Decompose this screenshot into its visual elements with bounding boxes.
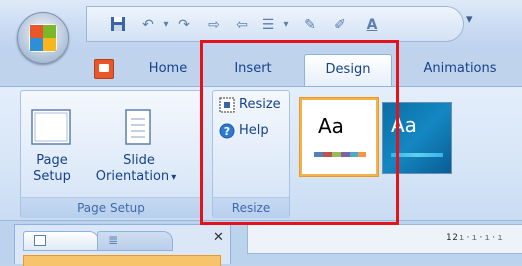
save-icon[interactable]	[109, 16, 127, 34]
ruler-mark: 12ı·ı·ı·ı	[446, 233, 504, 243]
font-color-icon[interactable]: A	[363, 16, 381, 34]
arrow-right-icon[interactable]: ⇨	[205, 16, 223, 34]
page-setup-group: Page Setup Slide Orientation ▾ Page Setup	[20, 90, 202, 218]
tab-outline[interactable]: ≣	[97, 231, 173, 251]
office-logo-icon	[29, 24, 57, 52]
customize-toolbar-icon[interactable]: ▾	[466, 12, 473, 27]
office-button[interactable]	[17, 12, 69, 64]
undo-icon[interactable]: ↶	[139, 16, 157, 34]
tab-animations[interactable]: Animations	[400, 54, 520, 86]
redo-icon[interactable]: ↷	[175, 16, 193, 34]
slides-pane: ≣ ✕	[14, 224, 231, 266]
undo-dropdown-icon[interactable]: ▾	[157, 16, 175, 34]
tab-home[interactable]: Home	[124, 54, 212, 86]
wand-alt-icon[interactable]: ✐	[331, 16, 349, 34]
page-setup-button[interactable]: Page Setup	[27, 95, 77, 191]
slide-thumbnail[interactable]	[23, 255, 221, 266]
page-setup-label-line2: Setup	[33, 169, 71, 184]
outline-icon: ≣	[108, 233, 119, 247]
spacing-icon[interactable]: ☰	[259, 16, 277, 34]
page-setup-icon	[31, 109, 71, 145]
chevron-down-icon: ▾	[171, 172, 177, 183]
page-setup-label-line1: Page	[36, 153, 68, 168]
slide-orientation-icon	[125, 109, 151, 145]
home-tab-icon	[94, 59, 114, 79]
quick-access-toolbar: ↶ ▾ ↷ ⇨ ⇦ ☰ ▾ ✎ ✐ A	[86, 6, 464, 42]
highlight-frame	[200, 40, 399, 225]
slide-orientation-button[interactable]: Slide Orientation ▾	[81, 95, 197, 191]
wand-icon[interactable]: ✎	[301, 16, 319, 34]
horizontal-ruler: 12ı·ı·ı·ı	[247, 224, 522, 254]
slide-orientation-label-line2: Orientation ▾	[95, 169, 177, 184]
close-icon[interactable]: ✕	[213, 230, 224, 245]
slide-orientation-label-line1: Slide	[123, 153, 155, 168]
arrow-left-icon[interactable]: ⇦	[233, 16, 251, 34]
page-setup-group-label: Page Setup	[21, 197, 201, 218]
slide-thumbnail-icon	[34, 235, 46, 246]
tab-slides-thumbnails[interactable]	[23, 231, 99, 251]
spacing-dropdown-icon[interactable]: ▾	[277, 16, 295, 34]
